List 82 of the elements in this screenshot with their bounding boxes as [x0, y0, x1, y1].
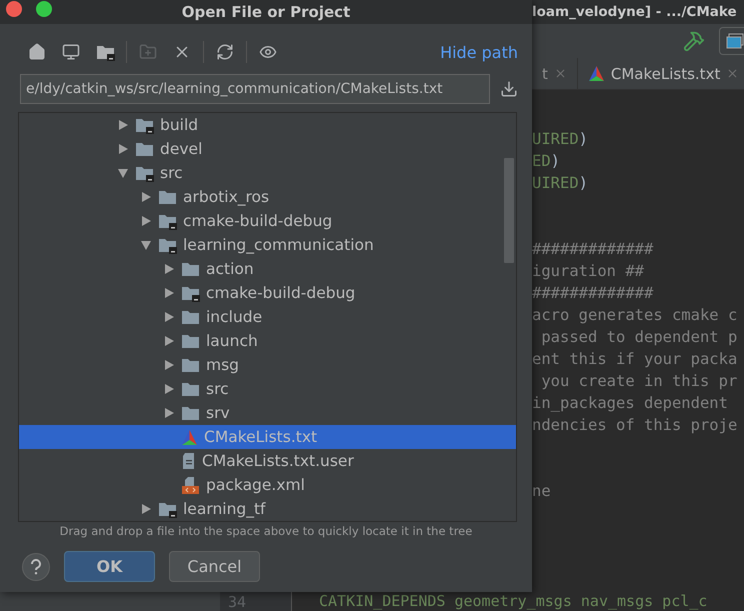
scrollbar-thumb[interactable] [504, 158, 514, 263]
triangle-file-icon [588, 65, 605, 82]
folder-icon [181, 356, 200, 374]
folder-icon [181, 404, 200, 422]
expand-arrow-icon[interactable] [140, 191, 152, 203]
collapse-arrow-icon[interactable] [140, 239, 152, 251]
expand-arrow-icon[interactable] [117, 143, 129, 155]
help-icon [30, 558, 42, 574]
triangle-file-icon [181, 428, 198, 446]
tree-item[interactable]: src [19, 161, 516, 185]
module-folder-icon [158, 500, 177, 518]
tree-item[interactable]: learning_tf [19, 497, 516, 521]
dialog-title: Open File or Project [182, 3, 350, 21]
cancel-button[interactable]: Cancel [169, 551, 260, 582]
expand-arrow-icon[interactable] [163, 383, 175, 395]
code-line: ndencies of this proje [532, 415, 738, 436]
expand-arrow-icon[interactable] [140, 503, 152, 515]
tree-item[interactable]: include [19, 305, 516, 329]
folder-icon [158, 188, 177, 206]
editor-tab[interactable]: CMakeLists.txt [578, 58, 744, 89]
tree-item[interactable]: package.xml [19, 473, 516, 497]
folder-icon [135, 140, 154, 158]
windows-icon [726, 33, 744, 49]
hammer-icon[interactable] [683, 30, 706, 52]
window-toggle-button[interactable] [719, 27, 744, 55]
code-line: ############# [532, 239, 654, 260]
xml-file-icon [181, 476, 200, 494]
folder-icon [181, 380, 200, 398]
maximize-window-button[interactable] [36, 1, 52, 17]
tree-item[interactable]: msg [19, 353, 516, 377]
folder-icon [181, 308, 200, 326]
help-button[interactable] [22, 552, 50, 580]
tree-item[interactable]: src [19, 377, 516, 401]
close-icon[interactable] [726, 67, 740, 80]
tree-item[interactable]: devel [19, 137, 516, 161]
expand-arrow-icon[interactable] [163, 311, 175, 323]
folder-icon [181, 332, 200, 350]
module-folder-icon [158, 212, 177, 230]
code-line: iguration ## [532, 261, 645, 282]
tree-item[interactable]: srv [19, 401, 516, 425]
path-field[interactable]: e/ldy/catkin_ws/src/learning_communication/CMakeLists.txt [20, 74, 490, 104]
tree-item[interactable]: launch [19, 329, 516, 353]
tree-item[interactable]: cmake-build-debug [19, 281, 516, 305]
tree-item[interactable]: cmake-build-debug [19, 209, 516, 233]
tree-item[interactable]: learning_communication [19, 233, 516, 257]
module-folder-icon [135, 116, 154, 134]
code-line: you create in this pr [540, 371, 738, 392]
window-title: loam_velodyne] - .../CMake [532, 4, 737, 20]
code-line: UIRED) [532, 173, 590, 194]
confirm-button[interactable]: OK [64, 551, 155, 582]
tree-item[interactable]: action [19, 257, 516, 281]
code-line: acro generates cmake c [532, 305, 738, 326]
tree-item[interactable]: CMakeLists.txt.user [19, 449, 516, 473]
code-line: ne [532, 481, 552, 502]
folder-icon [181, 260, 200, 278]
module-folder-icon [181, 284, 200, 302]
tree-item[interactable]: CMakeLists.txt [19, 425, 516, 449]
code-line: in_packages dependent [532, 393, 729, 414]
collapse-arrow-icon[interactable] [117, 167, 129, 179]
code-line: CATKIN_DEPENDS geometry_msgs nav_msgs pcl_c [318, 592, 708, 611]
code-line: passed to dependent p [540, 327, 738, 348]
expand-arrow-icon[interactable] [163, 287, 175, 299]
expand-arrow-icon[interactable] [163, 335, 175, 347]
expand-arrow-icon[interactable] [163, 359, 175, 371]
text-file-icon [181, 452, 196, 470]
close-icon[interactable] [554, 67, 567, 80]
download-icon[interactable] [500, 80, 518, 98]
close-window-button[interactable] [6, 1, 22, 17]
expand-arrow-icon[interactable] [163, 407, 175, 419]
expand-arrow-icon[interactable] [140, 215, 152, 227]
code-line: UIRED) [532, 129, 590, 150]
drag-drop-hint: Drag and drop a file into the space above to quickly locate it in the tree [60, 524, 472, 538]
code-line: ED) [532, 151, 562, 172]
expand-arrow-icon[interactable] [117, 119, 129, 131]
code-line: ent this if your packa [532, 349, 738, 370]
code-line: ############# [532, 283, 654, 304]
module-folder-icon [158, 236, 177, 254]
hide-path-link[interactable]: Hide path [440, 42, 518, 62]
tree-item[interactable]: arbotix_ros [19, 185, 516, 209]
tree-item[interactable]: build [19, 113, 516, 137]
module-folder-icon [135, 164, 154, 182]
expand-arrow-icon[interactable] [163, 263, 175, 275]
